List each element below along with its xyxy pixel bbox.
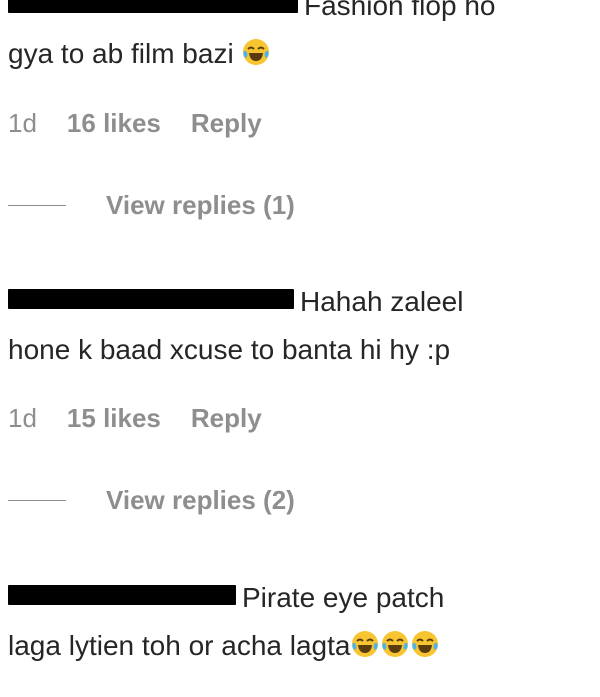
comment-text: Hahah zaleel	[8, 278, 592, 326]
reply-button[interactable]: Reply	[191, 403, 262, 434]
comment-text-line2: hone k baad xcuse to banta hi hy :p	[8, 334, 451, 365]
view-replies-button[interactable]: View replies (1)	[8, 190, 295, 221]
comment-text: Fashion flop ho	[8, 0, 592, 30]
comment-text-line2-content: laga lytien toh or acha lagta	[8, 630, 351, 661]
comment-3: Pirate eye patch laga lytien toh or acha…	[8, 574, 592, 670]
comment-text-line1: Pirate eye patch	[242, 582, 445, 613]
laughing-tears-emoji-icon	[382, 631, 409, 657]
comment-text-line2: laga lytien toh or acha lagta	[8, 622, 592, 670]
redacted-username	[8, 0, 298, 13]
comment-time: 1d	[8, 403, 37, 433]
view-replies-label: View replies (2)	[106, 485, 295, 515]
comment-2-meta: 1d 15 likes Reply	[8, 403, 262, 434]
view-replies-label: View replies (1)	[106, 190, 295, 220]
laughing-tears-emoji-icon	[243, 39, 270, 65]
comment-time: 1d	[8, 108, 37, 138]
comment-text-line2: gya to ab film bazi	[8, 30, 592, 78]
comment-text-line1: Hahah zaleel	[300, 286, 464, 317]
laughing-tears-emoji-icon	[412, 631, 439, 657]
comment-1-meta: 1d 16 likes Reply	[8, 108, 262, 139]
reply-button[interactable]: Reply	[191, 108, 262, 139]
view-replies-button[interactable]: View replies (2)	[8, 485, 295, 516]
comment-text: Pirate eye patch	[8, 574, 592, 622]
divider-line	[8, 205, 66, 206]
comment-likes[interactable]: 16 likes	[67, 108, 161, 139]
comment-text-line2-content: gya to ab film bazi	[8, 38, 234, 69]
redacted-username	[8, 289, 294, 309]
comment-2: Hahah zaleel hone k baad xcuse to banta …	[8, 278, 592, 374]
laughing-tears-emoji-icon	[352, 631, 379, 657]
comment-1: Fashion flop ho gya to ab film bazi	[8, 0, 592, 78]
divider-line	[8, 500, 66, 501]
redacted-username	[8, 585, 236, 605]
comment-likes[interactable]: 15 likes	[67, 403, 161, 434]
comment-text-line1: Fashion flop ho	[304, 0, 496, 21]
